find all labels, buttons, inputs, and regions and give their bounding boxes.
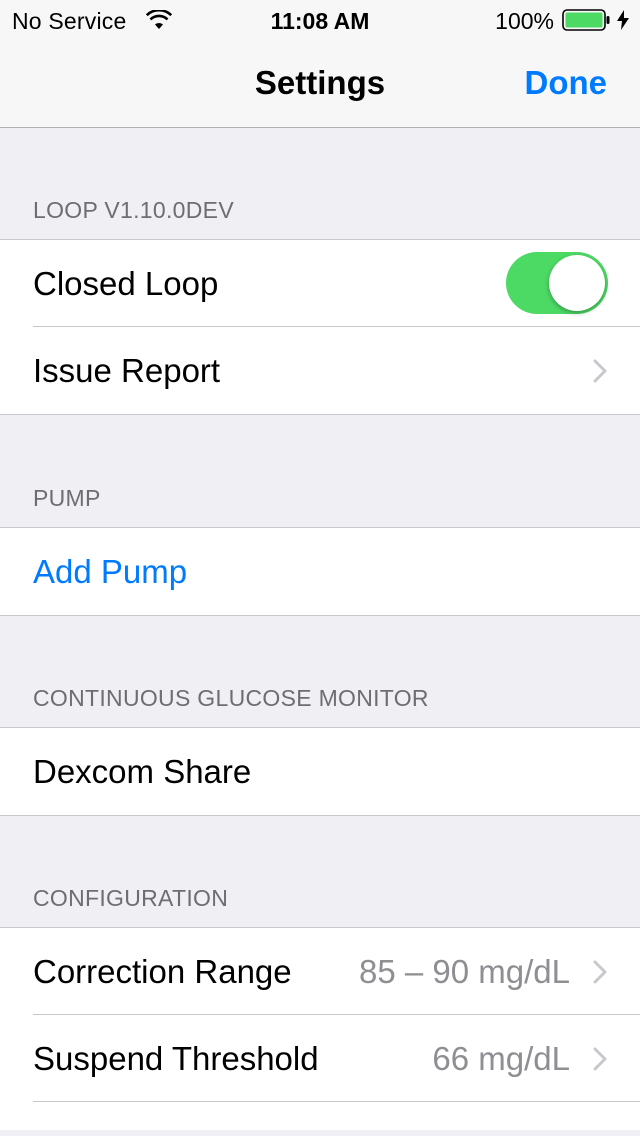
suspend-threshold-row[interactable]: Suspend Threshold 66 mg/dL xyxy=(0,1014,640,1102)
correction-range-label: Correction Range xyxy=(33,953,292,990)
closed-loop-row: Closed Loop xyxy=(0,240,640,327)
toggle-knob xyxy=(549,255,605,311)
dexcom-share-row[interactable]: Dexcom Share xyxy=(0,728,640,815)
suspend-threshold-value: 66 mg/dL xyxy=(432,1040,570,1077)
suspend-threshold-label: Suspend Threshold xyxy=(33,1040,319,1077)
section-header-configuration: CONFIGURATION xyxy=(33,885,229,911)
dexcom-share-label: Dexcom Share xyxy=(33,753,252,790)
battery-icon xyxy=(562,9,610,31)
correction-range-value: 85 – 90 mg/dL xyxy=(359,953,570,990)
add-pump-label: Add Pump xyxy=(33,553,188,590)
section-header-loop: LOOP V1.10.0DEV xyxy=(33,197,234,223)
chevron-right-icon xyxy=(593,359,607,383)
loop-group: Closed Loop Issue Report xyxy=(0,239,640,415)
issue-report-row[interactable]: Issue Report xyxy=(0,326,640,414)
section-header-cgm: CONTINUOUS GLUCOSE MONITOR xyxy=(33,685,429,711)
battery-percent: 100% xyxy=(495,8,554,34)
correction-range-row[interactable]: Correction Range 85 – 90 mg/dL xyxy=(0,928,640,1015)
next-row-partial xyxy=(0,1101,640,1130)
pump-group: Add Pump xyxy=(0,527,640,616)
status-bar: No Service 11:08 AM 100% xyxy=(0,0,640,40)
closed-loop-toggle[interactable] xyxy=(506,252,608,314)
chevron-right-icon xyxy=(593,960,607,984)
cgm-group: Dexcom Share xyxy=(0,727,640,816)
configuration-group: Correction Range 85 – 90 mg/dL Suspend T… xyxy=(0,927,640,1130)
section-header-pump: PUMP xyxy=(33,485,101,511)
add-pump-row[interactable]: Add Pump xyxy=(0,528,640,615)
issue-report-label: Issue Report xyxy=(33,352,221,389)
done-button[interactable]: Done xyxy=(525,64,608,102)
closed-loop-label: Closed Loop xyxy=(33,265,219,302)
bottom-edge xyxy=(0,1130,640,1136)
chevron-right-icon xyxy=(593,1047,607,1071)
charging-bolt-icon xyxy=(617,10,629,30)
navigation-bar: Settings Done xyxy=(0,40,640,128)
